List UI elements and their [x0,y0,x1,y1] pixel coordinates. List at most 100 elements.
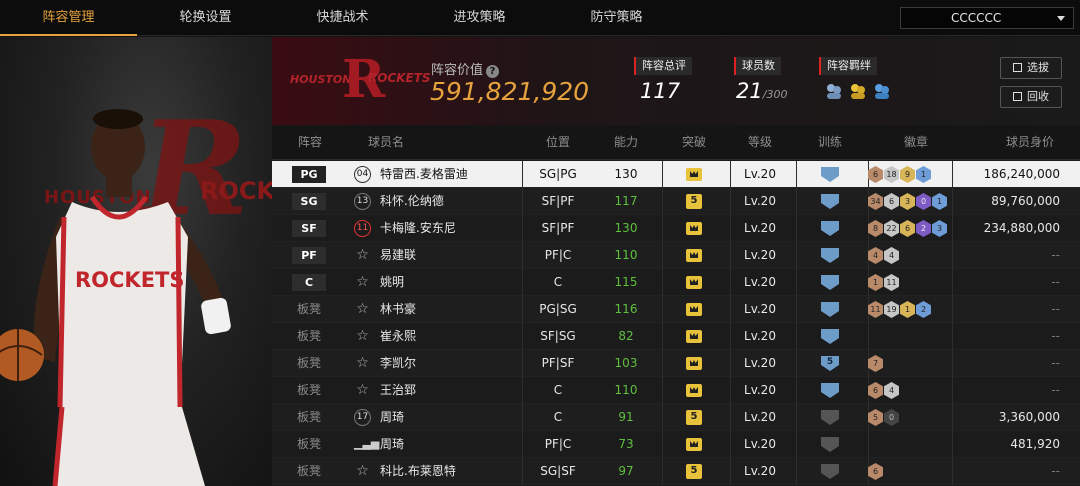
player-name[interactable]: 李凯尔 [380,350,416,377]
crown-icon[interactable] [686,357,702,370]
star-icon: ☆ [356,274,369,290]
training-shield-icon[interactable] [821,194,839,209]
team-select[interactable]: CCCCCC [900,7,1074,29]
header-player-name[interactable]: 球员名 [356,125,416,160]
ability-cell: 110 [614,248,638,262]
star-icon: ☆ [356,328,369,344]
table-row[interactable]: 板凳 ☆ 科比.布莱恩特 SG|SF 97 5 Lv.20 6 -- [272,458,1080,485]
player-price: -- [1051,464,1060,478]
table-row[interactable]: 板凳 ▁▃▅ 周琦 PF|C 73 Lv.20 481,920 [272,431,1080,458]
player-name[interactable]: 崔永熙 [380,323,416,350]
badge-silver-icon: 22 [884,220,899,237]
tab-offense[interactable]: 进攻策略 [411,0,548,36]
ability-cell: 110 [614,383,638,397]
table-row[interactable]: PG 04 特雷西.麦格雷迪 SG|PG 130 Lv.20 6 18 9 1 186,240,00… [272,161,1080,188]
header-ability[interactable]: 能力 [596,125,656,160]
level-cell: Lv.20 [744,329,776,343]
player-price: -- [1051,383,1060,397]
slot-badge: 板凳 [296,410,321,424]
training-shield-icon[interactable] [821,248,839,263]
crown-icon[interactable] [686,249,702,262]
header-slot[interactable]: 阵容 [288,125,332,160]
column-divider [952,431,953,458]
player-art-panel: R HOUSTON ROCKETS ROCKETS [0,37,272,486]
table-row[interactable]: 板凳 ☆ 林书豪 PG|SG 116 Lv.20 11 19 1 2 -- [272,296,1080,323]
column-divider [662,350,663,377]
ability-cell: 130 [614,221,638,235]
position-cell: C [553,383,563,397]
header-price[interactable]: 球员身价 [990,125,1070,160]
training-shield-icon[interactable] [821,302,839,317]
bond-icons[interactable] [824,81,894,101]
crown-icon[interactable] [686,303,702,316]
training-shield-icon[interactable] [821,221,839,236]
header-breakthrough[interactable]: 突破 [664,125,724,160]
player-name[interactable]: 特雷西.麦格雷迪 [380,161,468,188]
badge-silver-icon: 4 [884,382,899,399]
table-row[interactable]: 板凳 17 周琦 C 91 5 Lv.20 5 0 3,360,000 [272,404,1080,431]
table-row[interactable]: 板凳 ☆ 王治郅 C 110 Lv.20 6 4 -- [272,377,1080,404]
crown-icon[interactable] [686,330,702,343]
level-cell: Lv.20 [744,410,776,424]
recycle-button[interactable]: 回收 [1000,86,1062,108]
player-price: -- [1051,356,1060,370]
header-level[interactable]: 等级 [730,125,790,160]
table-row[interactable]: SF 11 卡梅隆.安东尼 SF|PF 130 Lv.20 8 22 6 2 3 234,880,00… [272,215,1080,242]
star-icon: ☆ [356,355,369,371]
table-row[interactable]: SG 13 科怀.伦纳德 SF|PF 117 5 Lv.20 34 6 3 0 1 89,760,000 [272,188,1080,215]
training-shield-icon[interactable] [821,410,839,425]
player-name[interactable]: 姚明 [380,269,404,296]
crown-icon[interactable] [686,384,702,397]
header-badges[interactable]: 徽章 [866,125,966,160]
training-shield-icon[interactable] [821,464,839,479]
player-name[interactable]: 卡梅隆.安东尼 [380,215,456,242]
tab-defense[interactable]: 防守策略 [548,0,685,36]
training-shield-icon[interactable] [821,437,839,452]
tab-quick-tactics[interactable]: 快捷战术 [274,0,411,36]
jersey-number: 13 [354,193,371,210]
column-divider [952,269,953,296]
training-shield-icon[interactable] [821,275,839,290]
level-cell: Lv.20 [744,167,776,181]
table-row[interactable]: C ☆ 姚明 C 115 Lv.20 1 11 -- [272,269,1080,296]
training-shield-icon[interactable] [821,329,839,344]
player-name[interactable]: 林书豪 [380,296,416,323]
badge-silver-icon: 18 [884,166,899,183]
tab-lineup[interactable]: 阵容管理 [0,0,137,36]
player-name[interactable]: 科怀.伦纳德 [380,188,444,215]
player-count-value: 21 [736,79,763,103]
select-button[interactable]: 选拔 [1000,57,1062,79]
top-nav: 阵容管理 轮换设置 快捷战术 进攻策略 防守策略 CCCCCC [0,0,1080,36]
column-divider [952,296,953,323]
lineup-value-label: 阵容价值? [431,59,500,78]
lineup-screen: 阵容管理 轮换设置 快捷战术 进攻策略 防守策略 CCCCCC R HOUSTO… [0,0,1080,486]
tab-rotation[interactable]: 轮换设置 [137,0,274,36]
crown-icon[interactable] [686,168,702,181]
table-row[interactable]: PF ☆ 易建联 PF|C 110 Lv.20 4 4 -- [272,242,1080,269]
jersey-number: 11 [354,220,371,237]
breakthrough-level[interactable]: 5 [686,410,702,425]
crown-icon[interactable] [686,222,702,235]
badge-bronze-icon: 4 [868,247,883,264]
player-name[interactable]: 科比.布莱恩特 [380,458,456,485]
player-name[interactable]: 周琦 [380,404,404,431]
training-shield-icon[interactable] [821,167,839,182]
table-row[interactable]: 板凳 ☆ 崔永熙 SF|SG 82 Lv.20 -- [272,323,1080,350]
player-name[interactable]: 易建联 [380,242,416,269]
column-divider [662,377,663,404]
player-name[interactable]: 周琦 [380,431,404,458]
header-position[interactable]: 位置 [522,125,594,160]
training-shield-icon[interactable] [821,383,839,398]
breakthrough-level[interactable]: 5 [686,194,702,209]
crown-icon[interactable] [686,438,702,451]
column-divider [796,188,797,215]
position-cell: PG|SG [539,302,577,316]
header-training[interactable]: 训练 [800,125,860,160]
crown-icon[interactable] [686,276,702,289]
player-name[interactable]: 王治郅 [380,377,416,404]
column-divider [796,458,797,485]
training-shield-icon[interactable]: 5 [821,356,839,371]
breakthrough-level[interactable]: 5 [686,464,702,479]
table-row[interactable]: 板凳 ☆ 李凯尔 PF|SF 103 Lv.20 5 7 -- [272,350,1080,377]
column-divider [662,188,663,215]
